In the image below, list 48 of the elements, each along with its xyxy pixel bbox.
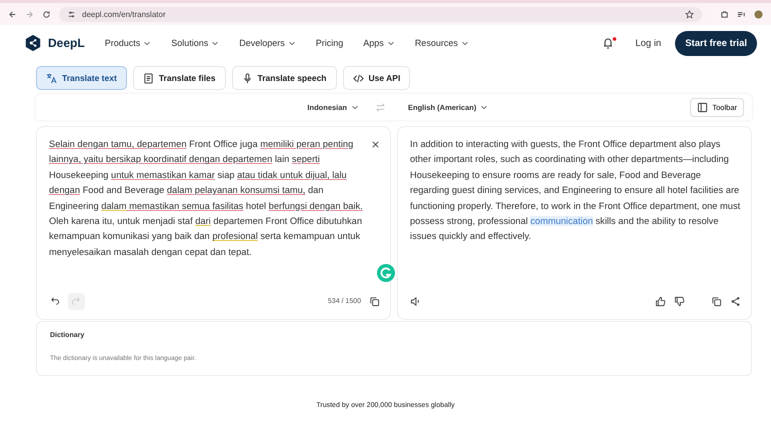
nav-menu-item[interactable]: Solutions <box>163 38 228 48</box>
start-trial-button[interactable]: Start free trial <box>675 30 757 56</box>
microphone-icon <box>242 72 253 84</box>
address-bar[interactable]: deepl.com/en/translator <box>59 6 702 22</box>
panel-icon <box>697 102 708 112</box>
caret-icon <box>460 39 469 47</box>
caret-icon <box>480 103 488 111</box>
login-link[interactable]: Log in <box>629 36 668 50</box>
media-icon[interactable] <box>737 10 746 18</box>
document-icon <box>142 72 154 84</box>
profile-avatar-icon[interactable] <box>754 10 763 18</box>
translated-text: In addition to interacting with guests, the Front Office department also plays other important roles, such as coordinating with other departments—including Housekeeping to ensure rooms are ready for sale, Food and Beverage regarding guest dining services, and Engineering to ensure all hotel facilities are functioning properly. Therefore, to work in the Front Office department, one must possess strong, professional communication skills and the ability to resolve issues quickly and effectively. <box>410 138 741 244</box>
copy-icon[interactable] <box>711 296 722 306</box>
nav-menu-item[interactable]: Resources <box>406 38 477 48</box>
copy-icon[interactable] <box>369 296 380 306</box>
undo-icon[interactable] <box>49 296 60 306</box>
tab[interactable]: Translate text <box>36 66 127 90</box>
translate-icon <box>46 72 57 84</box>
share-icon[interactable] <box>730 296 741 306</box>
nav-menu-item[interactable]: Products <box>96 38 160 48</box>
nav-menu-item[interactable]: Pricing <box>308 38 352 48</box>
caret-icon <box>351 103 359 111</box>
redo-icon <box>71 296 82 306</box>
back-icon[interactable] <box>8 10 17 18</box>
star-icon[interactable] <box>685 10 694 18</box>
tab[interactable]: Translate files <box>132 66 226 90</box>
brand-name[interactable]: DeepL <box>48 36 85 50</box>
bell-icon[interactable] <box>601 36 618 50</box>
site-settings-icon[interactable] <box>67 10 76 18</box>
close-icon[interactable] <box>371 140 380 149</box>
extensions-icon[interactable] <box>720 10 729 18</box>
caret-icon <box>211 39 220 47</box>
code-icon <box>352 72 364 84</box>
nav-menu-item[interactable]: Developers <box>231 38 304 48</box>
speaker-icon[interactable] <box>410 296 421 306</box>
url-text: deepl.com/en/translator <box>82 10 166 18</box>
nav-menu-item[interactable]: Apps <box>355 38 403 48</box>
tab[interactable]: Translate speech <box>232 66 336 90</box>
caret-icon <box>288 39 296 47</box>
caret-icon <box>386 39 395 47</box>
caret-icon <box>143 39 152 47</box>
source-text-panel[interactable] <box>36 126 391 320</box>
source-text[interactable]: Selain dengan tamu, departemen Front Office juga memiliki peran penting lainnya, yaitu bersikap koordinatif dengan departemen lain seperti Housekeeping untuk memastikan kamar siap atau tidak untuk dijual, lalu dengan Food and Beverage dalam pelayanan konsumsi tamu, dan Engineering dalam memastikan semua fasilitas hotel berfungsi dengan baik. Oleh karena itu, untuk menjadi staf dari departemen Front Office dibutuhkan kemampuan komunikasi yang baik dan profesional serta kemampuan untuk menyelesaikan masalah dengan cepat dan tepat. <box>49 137 365 260</box>
tab[interactable]: Use API <box>342 66 410 90</box>
thumbs-down-icon[interactable] <box>674 296 685 306</box>
reload-icon[interactable] <box>42 10 51 18</box>
logo-icon[interactable] <box>24 34 42 52</box>
thumbs-up-icon[interactable] <box>655 296 666 306</box>
